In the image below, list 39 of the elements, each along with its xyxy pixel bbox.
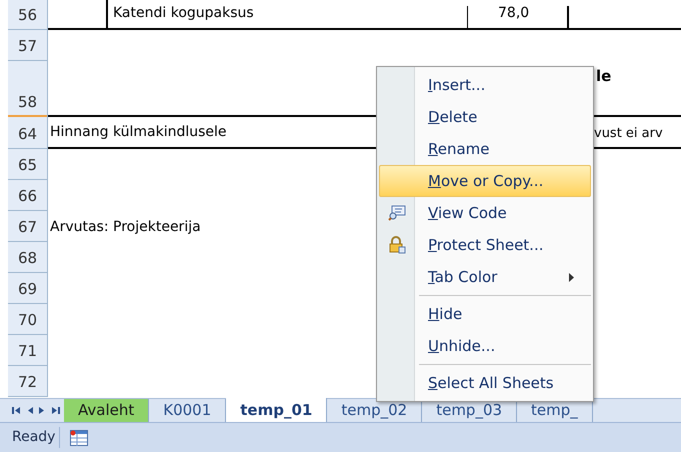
- row-header[interactable]: 58: [8, 61, 48, 117]
- table-icon[interactable]: [70, 430, 88, 446]
- sheet-tab[interactable]: Avaleht: [64, 399, 150, 422]
- next-sheet-icon[interactable]: [39, 406, 45, 415]
- last-sheet-icon[interactable]: [51, 406, 60, 415]
- submenu-arrow-icon: [569, 272, 574, 282]
- cell-text: vust ei arv: [594, 124, 663, 142]
- cell-heading: le: [596, 66, 612, 87]
- row-header[interactable]: 72: [8, 366, 48, 397]
- row-header[interactable]: 65: [8, 149, 48, 180]
- sheet-tab[interactable]: temp_01: [226, 398, 328, 422]
- menu-item[interactable]: Tab Color: [379, 261, 591, 293]
- previous-sheet-icon[interactable]: [27, 406, 33, 415]
- row-header[interactable]: 57: [8, 30, 48, 61]
- cell-text: Katendi kogupaksus: [113, 4, 254, 23]
- row-header[interactable]: 70: [8, 304, 48, 335]
- row-header[interactable]: 68: [8, 242, 48, 273]
- padlock-icon: [388, 236, 406, 254]
- menu-item[interactable]: Rename: [379, 133, 591, 165]
- menu-item[interactable]: Select All Sheets: [379, 367, 591, 399]
- row-header[interactable]: 67: [8, 211, 48, 242]
- row-header[interactable]: 66: [8, 180, 48, 211]
- menu-item[interactable]: Protect Sheet...: [379, 229, 591, 261]
- status-text: Ready: [8, 427, 60, 448]
- menu-item[interactable]: View Code: [379, 197, 591, 229]
- menu-item[interactable]: Unhide...: [379, 330, 591, 362]
- row-header[interactable]: 69: [8, 273, 48, 304]
- menu-item[interactable]: Hide: [379, 298, 591, 330]
- cell-text: Arvutas: Projekteerija: [50, 218, 201, 237]
- menu-item[interactable]: Delete: [379, 101, 591, 133]
- row-header[interactable]: 64: [8, 117, 48, 149]
- magnifier-window-icon: [388, 205, 406, 221]
- row-header[interactable]: 56: [8, 0, 48, 30]
- menu-item[interactable]: Insert...: [379, 69, 591, 101]
- menu-item[interactable]: Move or Copy...: [379, 165, 591, 197]
- cell-text: Hinnang külmakindlusele: [50, 123, 227, 142]
- first-sheet-icon[interactable]: [12, 406, 21, 415]
- cell-value: 78,0: [498, 4, 530, 23]
- row-header[interactable]: 71: [8, 335, 48, 366]
